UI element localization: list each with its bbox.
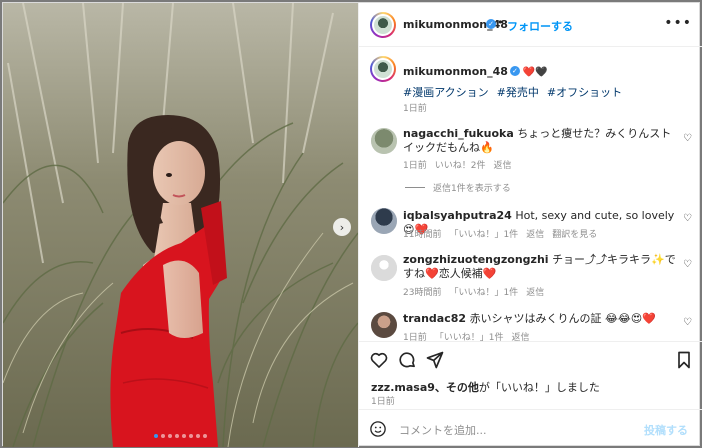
commenter-username[interactable]: iqbalsyahputra24 [403,209,512,222]
commenter-avatar[interactable] [371,312,397,338]
likes-others[interactable]: 、その他 [435,381,479,394]
comment-body: zongzhizuotengzongzhi チョー⤴︎⤴︎キラキラ✨ですね❤️恋… [403,253,678,281]
hashtag-link[interactable]: #漫画アクション [403,86,489,99]
comment-like-heart-icon[interactable]: ♡ [683,213,692,224]
post-actions: zzz.masa9、その他が「いいね！」しました 1日前 [359,341,702,407]
add-comment-bar: コメントを追加... 投稿する [359,409,702,447]
reply-button[interactable]: 返信 [511,333,529,341]
comment-time: 11時間前 [403,230,442,240]
post-image[interactable]: › [3,3,358,447]
comment-meta: 23時間前 「いいね！」1件 返信 [403,285,552,298]
comment-time: 1日前 [403,161,427,171]
carousel-dot [161,434,165,438]
carousel-dot [203,434,207,438]
commenter-avatar[interactable] [371,128,397,154]
post-comment-button[interactable]: 投稿する [644,422,688,438]
bookmark-icon[interactable] [674,350,694,370]
post-header: mikumonmon_48 ✓ • フォローする ••• [359,3,702,47]
caption-avatar[interactable] [370,56,396,82]
reply-button[interactable]: 返信 [493,161,511,171]
timestamp: 1日前 [403,104,427,114]
carousel-indicator [3,434,358,438]
comment-likes[interactable]: 「いいね！」1件 [449,230,518,240]
post-modal: › mikumonmon_48 ✓ • フォローする ••• mikumonmo… [2,2,702,447]
reply-button[interactable]: 返信 [526,288,544,298]
likes-summary[interactable]: zzz.masa9、その他が「いいね！」しました [371,379,600,395]
comment-likes[interactable]: 「いいね！」1件 [449,288,518,298]
comment-meta: 1日前 「いいね！」1件 返信 [403,330,537,341]
comment-time: 1日前 [403,333,427,341]
caption-hashtags: #漫画アクション #発売中 #オフショット [403,84,630,100]
comment-text: 赤いシャツはみくりんの証 😂😂😍❤️ [469,312,656,325]
emoji-icon[interactable] [369,420,387,438]
carousel-dot [175,434,179,438]
commenter-username[interactable]: trandac82 [403,312,466,325]
more-horizontal-icon[interactable]: ••• [664,15,692,31]
view-replies-label: 返信1件を表示する [433,184,511,194]
comment-meta: 11時間前 「いいね！」1件 返信 翻訳を見る [403,227,605,240]
replies-divider [405,187,425,188]
follow-button[interactable]: フォローする [507,18,573,34]
likes-suffix: が「いいね！」しました [478,381,600,394]
caption-hearts: ❤️🖤 [522,67,548,78]
author-avatar[interactable] [370,12,396,38]
carousel-dot [154,434,158,438]
comments-list: mikumonmon_48 ✓ ❤️🖤 #漫画アクション #発売中 #オフショット 1日… [359,48,702,341]
comment-time: 23時間前 [403,288,442,298]
comment-like-heart-icon[interactable]: ♡ [683,317,692,328]
comment-likes[interactable]: いいね！2件 [435,161,486,171]
heart-icon[interactable] [369,350,389,370]
carousel-dot [168,434,172,438]
carousel-dot [196,434,200,438]
commenter-username[interactable]: zongzhizuotengzongzhi [403,253,549,266]
comment-meta: 1日前 いいね！2件 返信 [403,158,519,171]
comment-icon[interactable] [397,350,417,370]
caption-username[interactable]: mikumonmon_48 [403,65,508,78]
comment-body: trandac82 赤いシャツはみくりんの証 😂😂😍❤️ [403,312,678,326]
translate-button[interactable]: 翻訳を見る [552,230,597,240]
hashtag-link[interactable]: #オフショット [547,86,622,99]
hashtag-link[interactable]: #発売中 [497,86,539,99]
comment-input[interactable]: コメントを追加... [399,422,487,438]
carousel-dot [182,434,186,438]
carousel-next-button[interactable]: › [333,218,351,236]
caption-time: 1日前 [403,101,435,114]
post-time: 1日前 [371,397,395,407]
likes-username[interactable]: zzz.masa9 [371,381,435,394]
view-replies-button[interactable]: 返信1件を表示する [405,181,511,194]
verified-badge-icon: ✓ [509,65,520,76]
separator: • [497,16,504,29]
comment-like-heart-icon[interactable]: ♡ [683,133,692,144]
verified-badge-icon: ✓ [486,19,496,29]
commenter-avatar[interactable] [371,208,397,234]
photo-woman-red-dress [3,3,358,447]
comment-body: nagacchi_fukuoka ちょっと痩せた？みくりんストイックだもんね🔥 [403,127,678,155]
carousel-dot [189,434,193,438]
commenter-avatar-default[interactable] [371,255,397,281]
post-sidebar: mikumonmon_48 ✓ • フォローする ••• mikumonmon_… [358,3,702,447]
comment-like-heart-icon[interactable]: ♡ [683,259,692,270]
reply-button[interactable]: 返信 [526,230,544,240]
caption-header: mikumonmon_48 ✓ ❤️🖤 [403,60,548,79]
share-icon[interactable] [425,350,445,370]
comment-likes[interactable]: 「いいね！」1件 [435,333,504,341]
commenter-username[interactable]: nagacchi_fukuoka [403,127,514,140]
